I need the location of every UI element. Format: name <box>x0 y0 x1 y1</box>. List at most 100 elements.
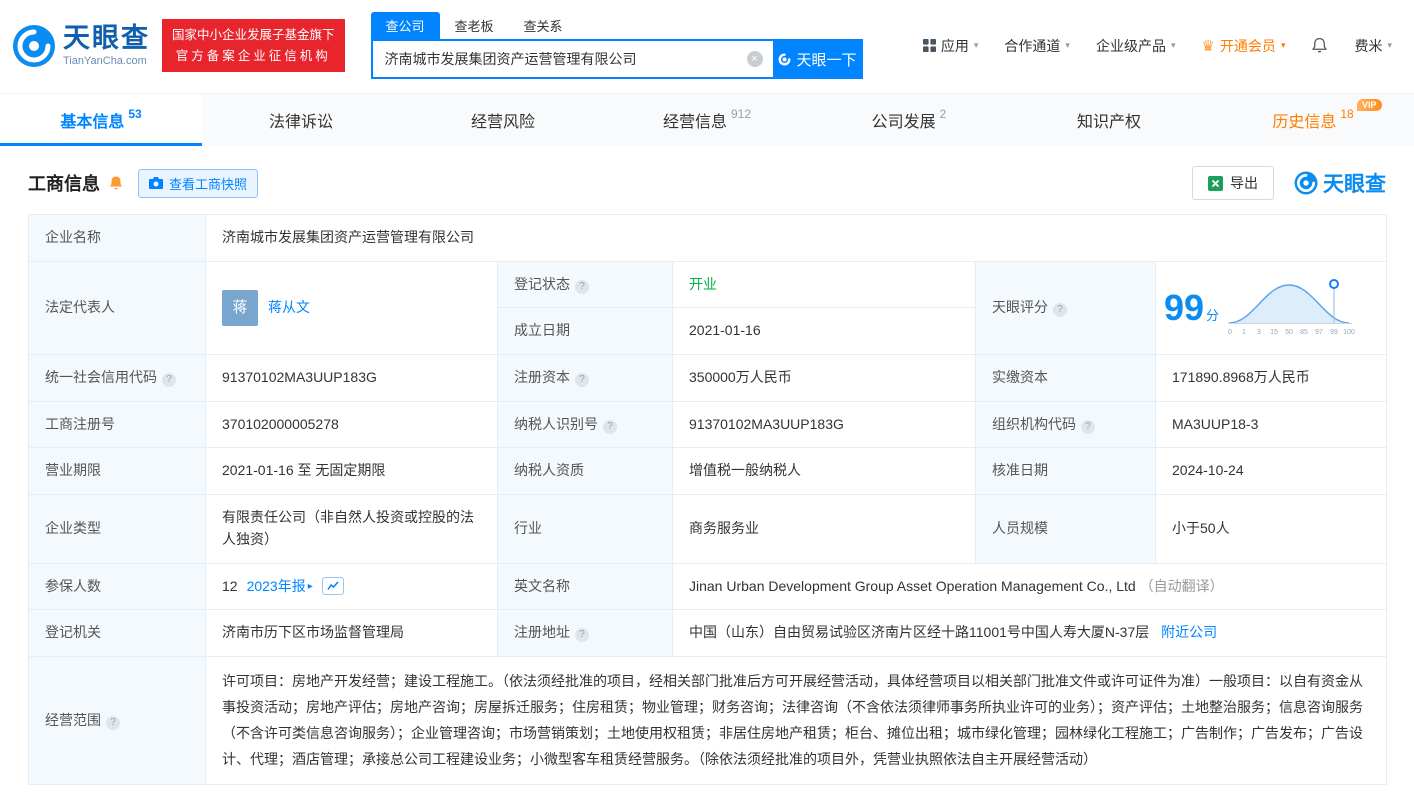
svg-text:15: 15 <box>1270 329 1278 336</box>
taxpayer-quality-value: 增值税一般纳税人 <box>673 448 976 495</box>
section-header: 工商信息 查看工商快照 导出 <box>28 166 1386 200</box>
bell-icon <box>108 175 124 191</box>
main-tab-bar: 基本信息 53 法律诉讼 经营风险 经营信息 912 公司发展 2 知识产权 V… <box>0 93 1414 146</box>
industry-label: 行业 <box>498 495 673 563</box>
table-row: 经营范围? 许可项目：房地产开发经营；建设工程施工。（依法须经批准的项目，经相关… <box>29 656 1387 785</box>
table-row: 企业名称 济南城市发展集团资产运营管理有限公司 <box>29 215 1387 262</box>
snapshot-button-label: 查看工商快照 <box>169 174 247 193</box>
org-code-value: MA3UUP18-3 <box>1156 401 1387 448</box>
tab-operation-info[interactable]: 经营信息 912 <box>606 94 808 146</box>
svg-text:97: 97 <box>1315 329 1323 336</box>
tab-label: 公司发展 <box>872 108 936 132</box>
annual-report-link[interactable]: 2023年报▸ <box>247 576 313 598</box>
tab-label: 历史信息 <box>1272 108 1336 132</box>
business-info-section: 工商信息 查看工商快照 导出 <box>0 166 1414 785</box>
establish-date-label: 成立日期 <box>498 308 673 355</box>
search-button[interactable]: 天眼一下 <box>773 41 861 77</box>
nav-enterprise-products[interactable]: 企业级产品 ▾ <box>1096 36 1176 56</box>
nav-notifications[interactable] <box>1311 37 1328 54</box>
help-icon[interactable]: ? <box>575 628 589 642</box>
table-row: 参保人数 12 2023年报▸ 英文名称 Jinan Urban Develop <box>29 563 1387 610</box>
help-icon[interactable]: ? <box>575 373 589 387</box>
tab-history-info[interactable]: VIP 历史信息 18 <box>1212 94 1414 146</box>
taxpayer-quality-label: 纳税人资质 <box>498 448 673 495</box>
table-row: 登记机关 济南市历下区市场监督管理局 注册地址? 中国（山东）自由贸易试验区济南… <box>29 610 1387 657</box>
tab-basic-info[interactable]: 基本信息 53 <box>0 94 202 146</box>
company-type-value: 有限责任公司（非自然人投资或控股的法人独资） <box>206 495 498 563</box>
search-area: 查公司 查老板 查关系 × 天眼一下 <box>371 12 863 79</box>
insured-trend-button[interactable] <box>322 577 344 595</box>
insured-number: 12 <box>222 576 238 598</box>
watermark-label: 天眼查 <box>1323 168 1386 198</box>
reg-authority-label: 登记机关 <box>29 610 206 657</box>
search-tab-company[interactable]: 查公司 <box>371 12 440 39</box>
tab-count: 18 <box>1340 107 1353 121</box>
line-chart-icon <box>327 581 339 591</box>
company-type-label: 企业类型 <box>29 495 206 563</box>
industry-value: 商务服务业 <box>673 495 976 563</box>
reg-number-label: 工商注册号 <box>29 401 206 448</box>
establish-date-value: 2021-01-16 <box>673 308 976 355</box>
search-tab-boss[interactable]: 查老板 <box>440 12 509 39</box>
nav-cooperation[interactable]: 合作通道 ▾ <box>1004 36 1070 56</box>
legal-rep-link[interactable]: 蒋从文 <box>268 297 310 319</box>
score-marker-pin <box>1330 280 1338 288</box>
help-icon[interactable]: ? <box>1053 303 1067 317</box>
nearby-companies-link[interactable]: 附近公司 <box>1161 624 1217 640</box>
snapshot-button[interactable]: 查看工商快照 <box>138 169 258 198</box>
table-row: 工商注册号 370102000005278 纳税人识别号? 91370102MA… <box>29 401 1387 448</box>
logo-text: 天眼查 TianYanCha.com <box>63 25 150 67</box>
help-icon[interactable]: ? <box>106 716 120 730</box>
staff-size-value: 小于50人 <box>1156 495 1387 563</box>
tab-label: 经营风险 <box>471 108 535 132</box>
tab-operation-risk[interactable]: 经营风险 <box>404 94 606 146</box>
reg-status-value: 开业 <box>673 261 976 308</box>
legal-rep-label: 法定代表人 <box>29 261 206 354</box>
org-code-label: 组织机构代码? <box>976 401 1156 448</box>
tab-label: 基本信息 <box>60 108 124 132</box>
tab-legal-proceedings[interactable]: 法律诉讼 <box>202 94 404 146</box>
tab-label: 经营信息 <box>663 108 727 132</box>
search-button-logo-icon <box>777 52 792 67</box>
staff-size-label: 人员规模 <box>976 495 1156 563</box>
legal-rep-value: 蒋 蒋从文 <box>206 261 498 354</box>
export-button[interactable]: 导出 <box>1192 166 1274 200</box>
nav-open-vip[interactable]: ♛ 开通会员 ▾ <box>1201 36 1285 56</box>
tianyancha-watermark: 天眼查 <box>1294 168 1386 198</box>
subscribe-bell-button[interactable] <box>108 175 124 191</box>
tab-label: 法律诉讼 <box>269 108 333 132</box>
svg-text:100: 100 <box>1343 329 1355 336</box>
tab-intellectual-property[interactable]: 知识产权 <box>1010 94 1212 146</box>
clear-icon[interactable]: × <box>747 51 763 67</box>
search-input[interactable] <box>373 51 747 67</box>
help-icon[interactable]: ? <box>603 420 617 434</box>
paid-capital-value: 171890.8968万人民币 <box>1156 355 1387 402</box>
table-row: 法定代表人 蒋 蒋从文 登记状态? 开业 天眼评分? 99分 <box>29 261 1387 308</box>
score-label: 天眼评分? <box>976 261 1156 354</box>
help-icon[interactable]: ? <box>1081 420 1095 434</box>
section-title: 工商信息 <box>28 170 100 196</box>
approval-date-label: 核准日期 <box>976 448 1156 495</box>
section-header-right: 导出 天眼查 <box>1192 166 1386 200</box>
english-name-label: 英文名称 <box>498 563 673 610</box>
tianyancha-watermark-icon <box>1294 171 1318 195</box>
help-icon[interactable]: ? <box>575 280 589 294</box>
nav-cooperation-label: 合作通道 <box>1004 36 1060 56</box>
tianyancha-logo[interactable]: 天眼查 TianYanCha.com <box>12 24 150 68</box>
english-name-value: Jinan Urban Development Group Asset Oper… <box>673 563 1387 610</box>
nav-apps[interactable]: 应用 ▾ <box>923 36 979 56</box>
reg-capital-label: 注册资本? <box>498 355 673 402</box>
search-tab-relation[interactable]: 查关系 <box>509 12 578 39</box>
tab-count: 912 <box>731 107 751 121</box>
company-name-value: 济南城市发展集团资产运营管理有限公司 <box>206 215 1387 262</box>
apps-grid-icon <box>923 39 936 52</box>
gov-badge-line1: 国家中小企业发展子基金旗下 <box>172 25 335 46</box>
help-icon[interactable]: ? <box>162 373 176 387</box>
gov-certification-badge: 国家中小企业发展子基金旗下 官方备案企业征信机构 <box>162 19 345 72</box>
top-nav: 应用 ▾ 合作通道 ▾ 企业级产品 ▾ ♛ 开通会员 ▾ 费米 ▾ <box>923 36 1398 56</box>
taxpayer-id-label: 纳税人识别号? <box>498 401 673 448</box>
camera-icon <box>149 177 163 189</box>
tab-company-development[interactable]: 公司发展 2 <box>808 94 1010 146</box>
nav-user[interactable]: 费米 ▾ <box>1354 36 1392 56</box>
business-info-table: 企业名称 济南城市发展集团资产运营管理有限公司 法定代表人 蒋 蒋从文 登记状态… <box>28 214 1387 785</box>
